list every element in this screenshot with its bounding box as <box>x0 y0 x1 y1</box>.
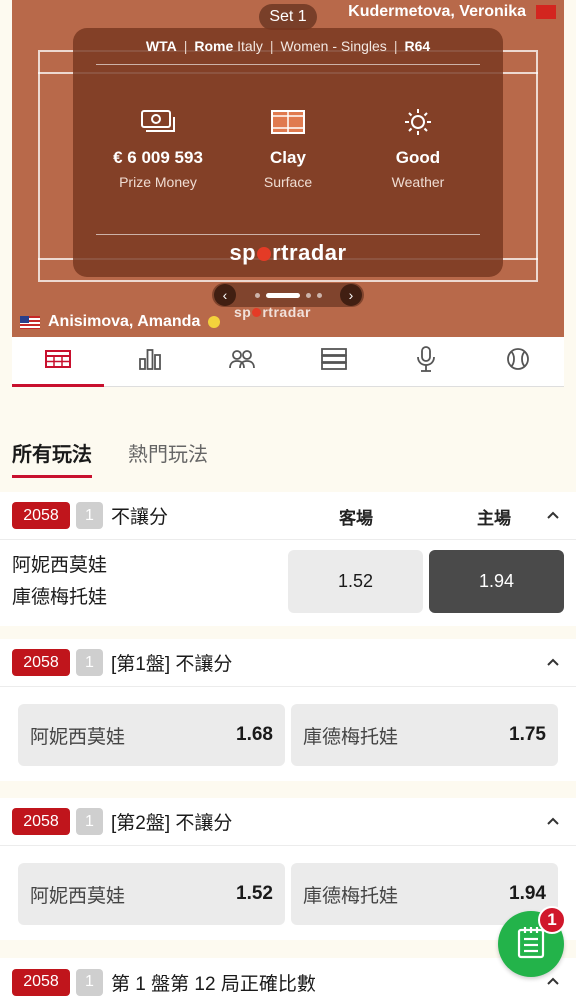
stat-prize-money: € 6 009 593 Prize Money <box>88 108 228 190</box>
flag-icon <box>536 5 556 19</box>
next-page-button[interactable]: › <box>340 284 362 306</box>
serve-indicator-icon <box>208 316 221 328</box>
player-home-name: Anisimova, Amanda <box>48 313 201 330</box>
microphone-icon <box>416 346 436 377</box>
sportradar-logo: sp rtradar <box>229 240 347 265</box>
market-header[interactable]: 2058 1 [第1盤] 不讓分 <box>0 639 576 687</box>
column-header-away: 客場 <box>339 508 373 528</box>
collapse-caret-icon[interactable] <box>544 812 562 830</box>
sequence-badge: 1 <box>76 649 103 676</box>
market-title: 第 1 盤第 12 局正確比數 <box>111 973 316 995</box>
page-dots <box>254 292 322 298</box>
tab-hot-markets[interactable]: 熱門玩法 <box>128 438 208 478</box>
collapse-caret-icon[interactable] <box>544 972 562 990</box>
scoreboard-icon <box>45 349 71 374</box>
page-dot-active[interactable] <box>265 292 300 298</box>
market-header[interactable]: 2058 1 第 1 盤第 12 局正確比數 <box>0 958 576 1000</box>
market-title: [第1盤] 不讓分 <box>111 654 233 675</box>
event-code-badge: 2058 <box>12 502 70 529</box>
column-header-home: 主場 <box>477 508 511 528</box>
event-code-badge: 2058 <box>12 968 70 996</box>
selection-name: 庫德梅托娃 <box>303 726 399 748</box>
player-home: Anisimova, Amanda <box>20 313 221 331</box>
tab-all-markets[interactable]: 所有玩法 <box>12 438 92 478</box>
tennis-ball-icon <box>506 347 530 376</box>
selection-odds: 1.52 <box>236 883 273 904</box>
sun-icon <box>348 108 488 136</box>
market-card-match-winner: 2058 1 不讓分 客場 主場 阿妮西莫娃 庫德梅托娃 1.52 1.94 <box>0 492 576 626</box>
collapse-caret-icon[interactable] <box>544 653 562 671</box>
event-code-badge: 2058 <box>12 649 70 676</box>
selection-odds: 1.75 <box>509 724 546 745</box>
market-header[interactable]: 2058 1 [第2盤] 不讓分 <box>0 798 576 846</box>
sequence-badge: 1 <box>76 968 103 996</box>
market-title: [第2盤] 不讓分 <box>111 813 233 834</box>
odds-button-away[interactable]: 1.52 <box>288 550 423 613</box>
divider <box>96 64 480 65</box>
bet-type-tabs: 所有玩法 熱門玩法 <box>12 438 208 478</box>
money-icon <box>88 108 228 136</box>
odds-button-selection-1[interactable]: 阿妮西莫娃 1.68 <box>18 704 285 766</box>
sequence-badge: 1 <box>76 808 103 835</box>
collapse-caret-icon[interactable] <box>544 506 562 524</box>
tab-tennis[interactable] <box>472 337 564 386</box>
selection-name: 阿妮西莫娃 <box>30 885 126 907</box>
tournament-info: WTA | Rome Italy | Women - Singles | R64 <box>145 38 431 54</box>
odds-button-selection-1[interactable]: 阿妮西莫娃 1.52 <box>18 863 285 925</box>
betslip-icon <box>516 925 546 964</box>
set-indicator: Set 1 <box>259 4 317 30</box>
match-tracker: Set 1 Kudermetova, Veronika WTA | Rome Ita… <box>12 0 564 337</box>
divider <box>96 234 480 235</box>
market-title: 不讓分 <box>111 507 169 528</box>
tab-statistics[interactable] <box>104 337 196 386</box>
tab-timeline[interactable] <box>288 337 380 386</box>
flag-icon <box>20 315 40 329</box>
tab-commentary[interactable] <box>380 337 472 386</box>
selection-name: 阿妮西莫娃 <box>30 726 126 748</box>
sportradar-watermark: sp rtradar <box>234 304 311 320</box>
participant-names: 阿妮西莫娃 庫德梅托娃 <box>12 550 107 614</box>
sequence-badge: 1 <box>76 502 103 529</box>
participant-1: 阿妮西莫娃 <box>12 555 108 576</box>
player-away-name: Kudermetova, Veronika <box>348 3 526 20</box>
stat-surface: Clay Surface <box>218 108 358 190</box>
stats-icon <box>138 347 162 376</box>
selection-name: 庫德梅托娃 <box>303 885 399 907</box>
odds-button-selection-2[interactable]: 庫德梅托娃 1.75 <box>291 704 558 766</box>
prev-page-button[interactable]: ‹ <box>214 284 236 306</box>
market-card-correct-score: 2058 1 第 1 盤第 12 局正確比數 <box>0 958 576 1000</box>
tab-head-to-head[interactable] <box>196 337 288 386</box>
odds-button-home-selected[interactable]: 1.94 <box>429 550 564 613</box>
tab-scoreboard[interactable] <box>12 337 104 387</box>
market-header[interactable]: 2058 1 不讓分 客場 主場 <box>0 492 576 540</box>
match-info-panel: WTA | Rome Italy | Women - Singles | R64 € 6 0… <box>73 28 503 277</box>
participant-2: 庫德梅托娃 <box>12 587 108 608</box>
selection-odds: 1.94 <box>509 883 546 904</box>
page-dot[interactable] <box>254 292 260 298</box>
selection-odds: 1.68 <box>236 724 273 745</box>
event-code-badge: 2058 <box>12 808 70 835</box>
head-to-head-icon <box>228 348 256 375</box>
court-icon <box>218 108 358 136</box>
page-dot[interactable] <box>305 292 311 298</box>
page-dot[interactable] <box>316 292 322 298</box>
market-card-set2-winner: 2058 1 [第2盤] 不讓分 阿妮西莫娃 1.52 庫德梅托娃 1.94 <box>0 798 576 940</box>
player-away: Kudermetova, Veronika <box>348 3 556 21</box>
tracker-tabs <box>12 337 564 387</box>
stat-weather: Good Weather <box>348 108 488 190</box>
timeline-icon <box>321 348 347 375</box>
market-card-set1-winner: 2058 1 [第1盤] 不讓分 阿妮西莫娃 1.68 庫德梅托娃 1.75 <box>0 639 576 781</box>
betslip-count-badge: 1 <box>538 906 566 934</box>
